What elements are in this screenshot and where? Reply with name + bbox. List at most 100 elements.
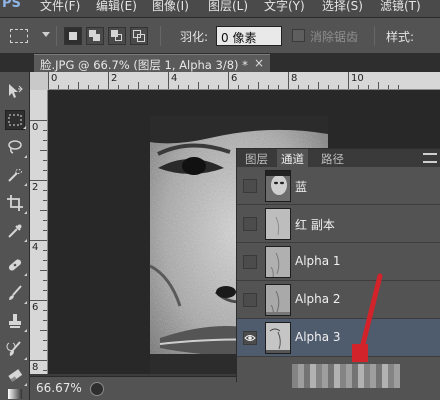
- ruler-minor-tick: [118, 85, 119, 89]
- ruler-minor-tick: [198, 82, 199, 89]
- ruler-label: 2: [32, 182, 39, 193]
- rect-marquee-preset-icon[interactable]: [10, 29, 28, 43]
- square-outline-icon: [137, 34, 145, 42]
- square-icon: [93, 34, 100, 41]
- feather-input[interactable]: 0 像素: [216, 26, 282, 46]
- menu-edit[interactable]: 编辑(E): [96, 0, 137, 14]
- submenu-indicator: [24, 329, 27, 332]
- marquee-icon[interactable]: [5, 110, 26, 130]
- history-brush-icon[interactable]: [5, 340, 27, 360]
- gradient-icon[interactable]: [5, 386, 25, 400]
- close-icon[interactable]: ×: [254, 56, 264, 70]
- document-tab-row: 脸.JPG @ 66.7% (图层 1, Alpha 3/8) * ×: [0, 54, 440, 72]
- visibility-toggle[interactable]: [243, 293, 257, 307]
- antialias-checkbox[interactable]: [292, 29, 305, 42]
- ruler-major-tick: [48, 72, 49, 89]
- eyedropper-icon[interactable]: [5, 222, 27, 242]
- add-to-selection-button[interactable]: [86, 27, 104, 45]
- ruler-label: 8: [32, 362, 39, 373]
- document-info-icon[interactable]: [90, 382, 104, 396]
- ruler-minor-tick: [388, 85, 389, 89]
- visibility-toggle[interactable]: [243, 217, 257, 231]
- ruler-minor-tick: [43, 200, 47, 201]
- ruler-label: 0: [51, 73, 58, 84]
- submenu-indicator: [23, 126, 26, 129]
- eye-icon[interactable]: [243, 331, 257, 345]
- ruler-minor-tick: [43, 320, 47, 321]
- ruler-minor-tick: [43, 160, 47, 161]
- submenu-indicator: [24, 239, 27, 242]
- ruler-label: 6: [231, 73, 238, 84]
- ruler-major-tick: [348, 72, 349, 89]
- submenu-indicator: [24, 211, 27, 214]
- options-bar: 羽化: 0 像素 消除锯齿 样式:: [0, 18, 440, 54]
- intersect-selection-button[interactable]: [130, 27, 148, 45]
- channel-row-alpha-2[interactable]: Alpha 2: [237, 281, 440, 319]
- ruler-minor-tick: [40, 210, 47, 211]
- menu-file[interactable]: 文件(F): [40, 0, 80, 14]
- healing-icon[interactable]: [5, 256, 27, 276]
- ruler-minor-tick: [158, 85, 159, 89]
- panel-menu-icon[interactable]: [423, 153, 437, 163]
- ruler-minor-tick: [43, 280, 47, 281]
- submenu-indicator: [24, 155, 27, 158]
- ruler-minor-tick: [68, 85, 69, 89]
- channel-name: 蓝: [295, 180, 308, 194]
- menu-filter[interactable]: 滤镜(T): [380, 0, 421, 14]
- ruler-minor-tick: [43, 170, 47, 171]
- new-selection-button[interactable]: [64, 27, 82, 45]
- ruler-minor-tick: [368, 85, 369, 89]
- brush-icon[interactable]: [5, 284, 27, 304]
- ruler-minor-tick: [208, 85, 209, 89]
- ruler-major-tick: [108, 72, 109, 89]
- menu-type[interactable]: 文字(Y): [264, 0, 305, 14]
- chevron-down-icon[interactable]: [42, 32, 50, 37]
- stamp-icon[interactable]: [5, 312, 27, 332]
- menu-layer[interactable]: 图层(L): [208, 0, 248, 14]
- channel-row-alpha-3[interactable]: Alpha 3: [237, 319, 440, 357]
- ruler-minor-tick: [248, 85, 249, 89]
- visibility-toggle[interactable]: [243, 179, 257, 193]
- visibility-toggle[interactable]: [243, 255, 257, 269]
- document-tab[interactable]: 脸.JPG @ 66.7% (图层 1, Alpha 3/8) * ×: [34, 54, 270, 72]
- lasso-icon[interactable]: [5, 138, 27, 158]
- ruler-origin[interactable]: [30, 72, 48, 90]
- quick-select-icon[interactable]: [5, 166, 27, 186]
- tab-paths[interactable]: 路径: [317, 149, 348, 167]
- menu-image[interactable]: 图像(I): [152, 0, 189, 14]
- submenu-indicator: [24, 183, 27, 186]
- ruler-label: 4: [32, 242, 39, 253]
- zoom-level[interactable]: 66.67%: [36, 381, 86, 397]
- tab-channels[interactable]: 通道: [277, 149, 308, 167]
- move-icon[interactable]: [5, 82, 25, 102]
- ruler-minor-tick: [318, 82, 319, 89]
- ruler-major-tick: [168, 72, 169, 89]
- channel-row-alpha-1[interactable]: Alpha 1: [237, 243, 440, 281]
- ruler-minor-tick: [58, 85, 59, 89]
- menu-select[interactable]: 选择(S): [322, 0, 363, 14]
- antialias-label: 消除锯齿: [310, 30, 359, 44]
- ruler-minor-tick: [43, 290, 47, 291]
- ruler-minor-tick: [43, 230, 47, 231]
- channel-row-red-copy[interactable]: 红 副本: [237, 205, 440, 243]
- ruler-minor-tick: [43, 370, 47, 371]
- ruler-minor-tick: [258, 82, 259, 89]
- ruler-minor-tick: [43, 220, 47, 221]
- ruler-major-tick: [30, 120, 47, 121]
- ruler-minor-tick: [308, 85, 309, 89]
- horizontal-ruler[interactable]: 0 2 4 6 8 10: [30, 72, 440, 90]
- ruler-minor-tick: [398, 85, 399, 89]
- crop-icon[interactable]: [5, 194, 27, 214]
- eraser-icon[interactable]: [5, 366, 27, 386]
- menu-bar: PS 文件(F) 编辑(E) 图像(I) 图层(L) 文字(Y) 选择(S) 滤…: [0, 0, 440, 18]
- tab-layers[interactable]: 图层: [241, 149, 272, 167]
- ruler-major-tick: [30, 240, 47, 241]
- divider: [374, 26, 375, 46]
- subtract-from-selection-button[interactable]: [108, 27, 126, 45]
- channel-row-blue[interactable]: 蓝: [237, 167, 440, 205]
- square-icon: [69, 32, 77, 40]
- ruler-minor-tick: [43, 250, 47, 251]
- ruler-minor-tick: [378, 82, 379, 89]
- ruler-minor-tick: [98, 85, 99, 89]
- vertical-ruler[interactable]: 0 2 4 6 8: [30, 90, 48, 374]
